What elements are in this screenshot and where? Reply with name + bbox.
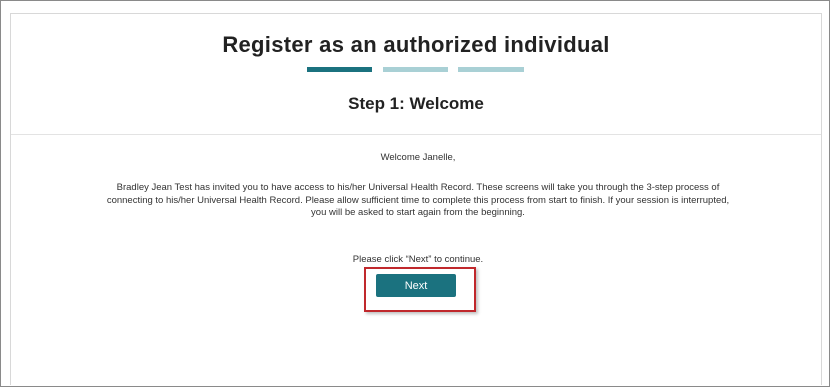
screenshot-frame: Register as an authorized individual Ste… <box>0 0 830 387</box>
progress-step-2 <box>383 67 448 72</box>
greeting-text: Welcome Janelle, <box>380 152 456 163</box>
registration-card: Register as an authorized individual Ste… <box>10 13 822 385</box>
registration-header: Register as an authorized individual Ste… <box>11 14 821 135</box>
progress-step-3 <box>458 67 524 72</box>
invitation-message: Bradley Jean Test has invited you to hav… <box>106 182 730 218</box>
step-title: Step 1: Welcome <box>348 94 484 113</box>
next-button[interactable]: Next <box>376 274 456 297</box>
continue-instruction: Please click “Next” to continue. <box>352 254 484 265</box>
page-title: Register as an authorized individual <box>222 32 610 57</box>
step-progress-bar <box>307 67 527 72</box>
progress-step-1-active <box>307 67 372 72</box>
